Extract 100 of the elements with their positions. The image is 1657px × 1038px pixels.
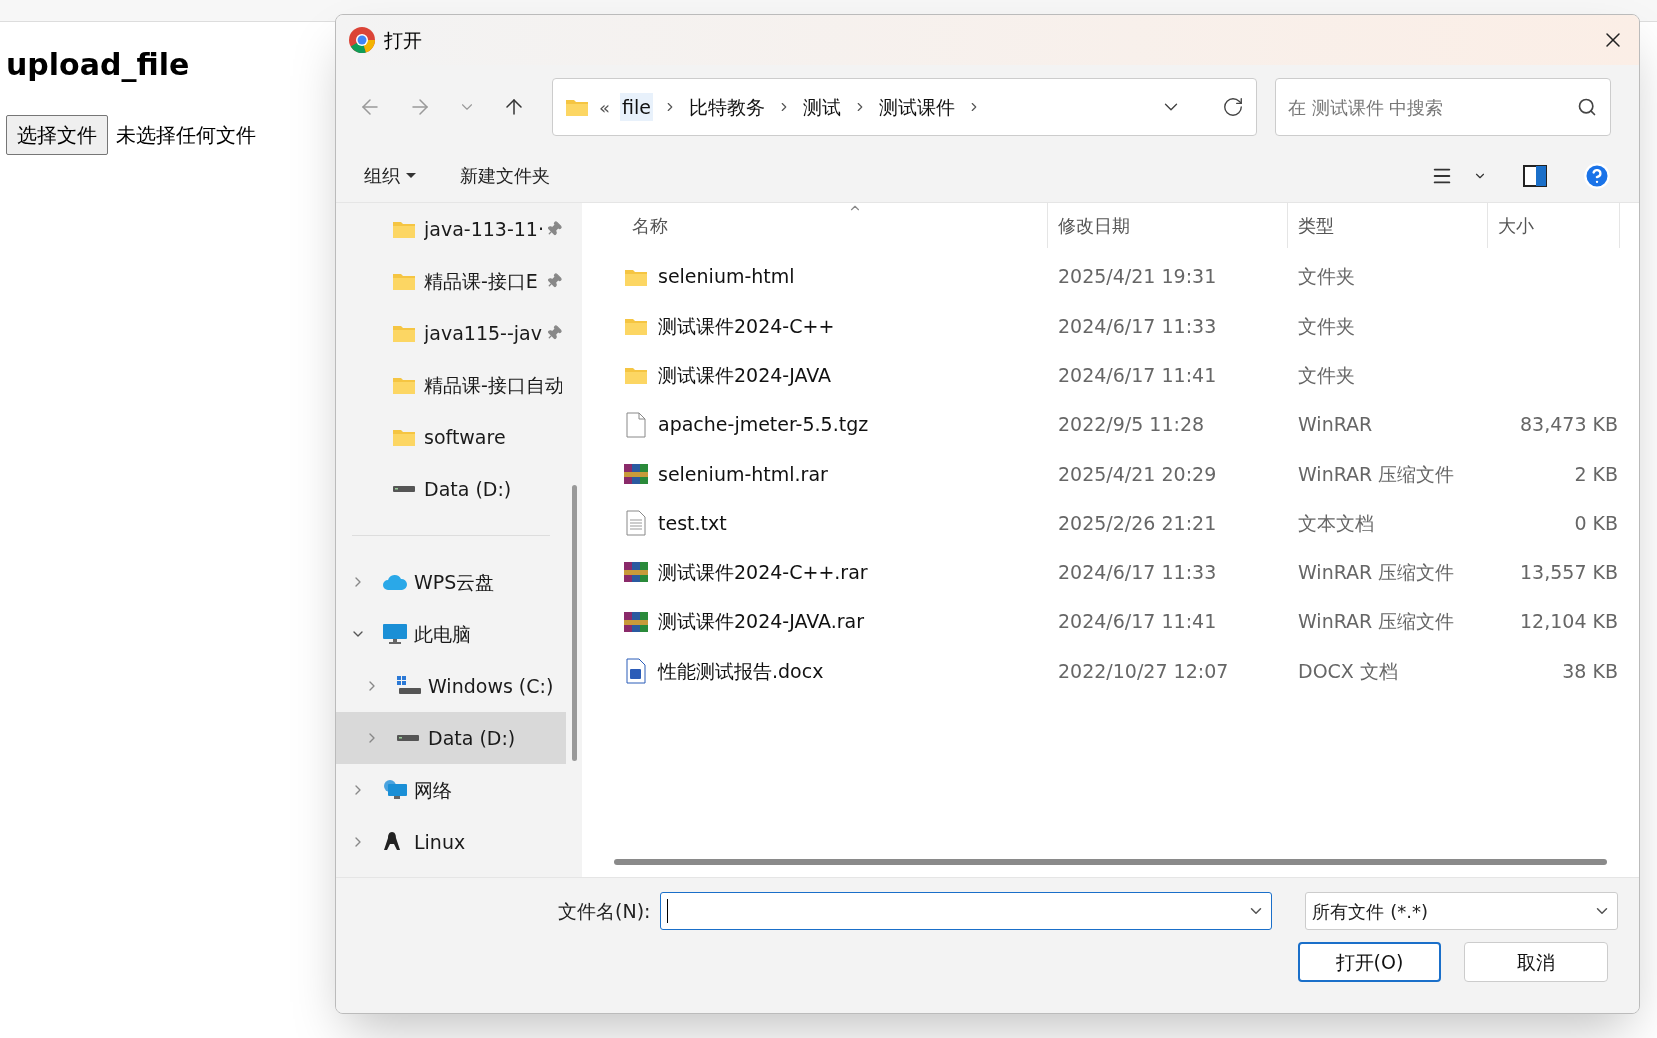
window-title: 打开 [384, 27, 422, 53]
text-file-icon [625, 510, 647, 537]
penguin-icon [382, 831, 402, 853]
file-name: 测试课件2024-C++ [658, 313, 835, 339]
file-name: apache-jmeter-5.5.tgz [658, 412, 869, 438]
file-name: selenium-html.rar [658, 461, 828, 487]
search-field[interactable]: 在 测试课件 中搜索 [1275, 78, 1611, 136]
filename-field[interactable] [660, 892, 1273, 930]
help-icon[interactable] [1583, 161, 1611, 190]
file-type: DOCX 文档 [1297, 658, 1399, 684]
breadcrumb-segment[interactable]: 测试 [800, 92, 843, 122]
file-size: 83,473 KB [1520, 412, 1618, 438]
file-name: 测试课件2024-JAVA [658, 363, 832, 388]
column-header[interactable]: 修改日期 [1048, 203, 1288, 248]
tree-item[interactable]: Linux [336, 816, 566, 868]
modified-date: 2024/6/17 11:41 [1057, 363, 1218, 388]
page-heading: upload_file [6, 46, 190, 84]
quick-access-label: 精品课-接口E [424, 268, 539, 294]
tree-item-label: Windows (C:) [428, 673, 554, 699]
tree-item-label: Data (D:) [428, 725, 516, 751]
file-type: 文件夹 [1297, 363, 1356, 388]
file-icon [625, 411, 647, 438]
tree-item[interactable]: Windows (C:) [336, 660, 566, 712]
quick-access-label: java115--jav [424, 320, 543, 346]
scrollbar-thumb[interactable] [571, 485, 577, 761]
file-row[interactable]: apache-jmeter-5.5.tgz 2022/9/5 11:28 WinRAR 83,473 KB [618, 399, 1639, 450]
file-size: 12,104 KB [1520, 609, 1618, 635]
modified-date: 2022/9/5 11:28 [1057, 412, 1206, 438]
file-status-text: 未选择任何文件 [116, 122, 256, 149]
quick-access-item[interactable]: 精品课-接口自动 [336, 359, 566, 411]
folder-icon [392, 375, 416, 395]
quick-access-item[interactable]: java-113-11· [336, 203, 566, 255]
network-icon [382, 779, 408, 801]
refresh-icon[interactable] [1222, 96, 1244, 118]
drive-icon [396, 675, 422, 697]
file-type: WinRAR 压缩文件 [1297, 560, 1456, 586]
file-size: 2 KB [1574, 461, 1618, 487]
choose-file-button[interactable]: 选择文件 [6, 115, 108, 155]
quick-access-label: software [424, 424, 507, 450]
file-type: WinRAR [1297, 412, 1374, 438]
file-row[interactable]: selenium-html 2025/4/21 19:31 文件夹 [618, 252, 1639, 302]
file-row[interactable]: 测试课件2024-JAVA.rar 2024/6/17 11:41 WinRAR 压缩文件 12,104 KB [618, 597, 1639, 647]
folder-icon [392, 271, 416, 291]
tree-item[interactable]: WPS云盘 [336, 556, 566, 608]
horizontal-scrollbar[interactable] [614, 859, 1607, 865]
file-name: selenium-html [658, 264, 795, 290]
drive-icon [396, 733, 420, 743]
quick-access-item[interactable]: software [336, 411, 566, 463]
address-bar[interactable]: « file 比特教务 测试 测试课件 [552, 78, 1257, 136]
file-row[interactable]: test.txt 2025/2/26 21:21 文本文档 0 KB [618, 498, 1639, 548]
archive-icon [623, 560, 649, 585]
quick-access-item[interactable]: Data (D:) [336, 463, 566, 515]
new-folder-button[interactable]: 新建文件夹 [460, 162, 550, 189]
file-name: test.txt [658, 510, 727, 536]
drive-icon [392, 484, 416, 494]
modified-date: 2025/4/21 19:31 [1057, 264, 1218, 290]
folder-icon [392, 323, 416, 343]
breadcrumb-segment[interactable]: file [620, 92, 653, 122]
file-row[interactable]: 测试课件2024-C++ 2024/6/17 11:33 文件夹 [618, 301, 1639, 351]
folder-icon [392, 219, 416, 239]
tree-item-label: Linux [414, 829, 466, 855]
file-name: 测试课件2024-C++.rar [658, 560, 868, 586]
quick-access-item[interactable]: java115--jav [336, 307, 566, 359]
tree-item[interactable]: 网络 [336, 764, 566, 816]
column-header[interactable]: 名称 [618, 203, 1048, 248]
tree-item-label: WPS云盘 [414, 569, 495, 595]
file-row[interactable]: 测试课件2024-C++.rar 2024/6/17 11:33 WinRAR 压缩文件 13,557 KB [618, 547, 1639, 598]
search-icon[interactable] [1577, 97, 1597, 117]
filename-label: 文件名(N): [558, 898, 651, 924]
file-type: 文本文档 [1297, 510, 1375, 536]
cancel-button[interactable]: 取消 [1464, 942, 1608, 982]
quick-access-label: java-113-11· [424, 216, 545, 242]
quick-access-item[interactable]: 精品课-接口E [336, 255, 566, 307]
modified-date: 2025/4/21 20:29 [1057, 461, 1218, 487]
file-type: 文件夹 [1297, 264, 1356, 290]
modified-date: 2022/10/27 12:07 [1057, 658, 1230, 684]
file-size: 0 KB [1574, 510, 1618, 536]
preview-pane-icon[interactable] [1523, 164, 1547, 187]
cloud-icon [382, 573, 408, 591]
monitor-icon [382, 623, 408, 645]
file-type-filter[interactable]: 所有文件 (*.*) [1305, 892, 1619, 930]
file-row[interactable]: 测试课件2024-JAVA 2024/6/17 11:41 文件夹 [618, 350, 1639, 400]
tree-item[interactable]: Data (D:) [336, 712, 566, 764]
file-row[interactable]: 性能测试报告.docx 2022/10/27 12:07 DOCX 文档 38 KB [618, 646, 1639, 696]
file-name: 测试课件2024-JAVA.rar [658, 609, 864, 635]
breadcrumb-segment[interactable]: 比特教务 [686, 92, 767, 122]
file-name: 性能测试报告.docx [658, 658, 824, 684]
file-row[interactable]: selenium-html.rar 2025/4/21 20:29 WinRAR 压缩文件 2 KB [618, 449, 1639, 499]
browser-logo-icon [348, 26, 376, 54]
file-type: 文件夹 [1297, 313, 1356, 339]
column-header[interactable]: 类型 [1288, 203, 1488, 248]
quick-access-label: Data (D:) [424, 476, 513, 502]
breadcrumb-overflow[interactable]: « [599, 93, 610, 121]
breadcrumb-segment[interactable]: 测试课件 [876, 92, 957, 122]
tree-item[interactable]: 此电脑 [336, 608, 566, 660]
open-button[interactable]: 打开(O) [1298, 942, 1441, 982]
folder-icon [624, 365, 648, 386]
file-type: WinRAR 压缩文件 [1297, 461, 1456, 487]
organize-button[interactable]: 组织 [364, 162, 416, 189]
column-header[interactable]: 大小 [1488, 203, 1620, 248]
